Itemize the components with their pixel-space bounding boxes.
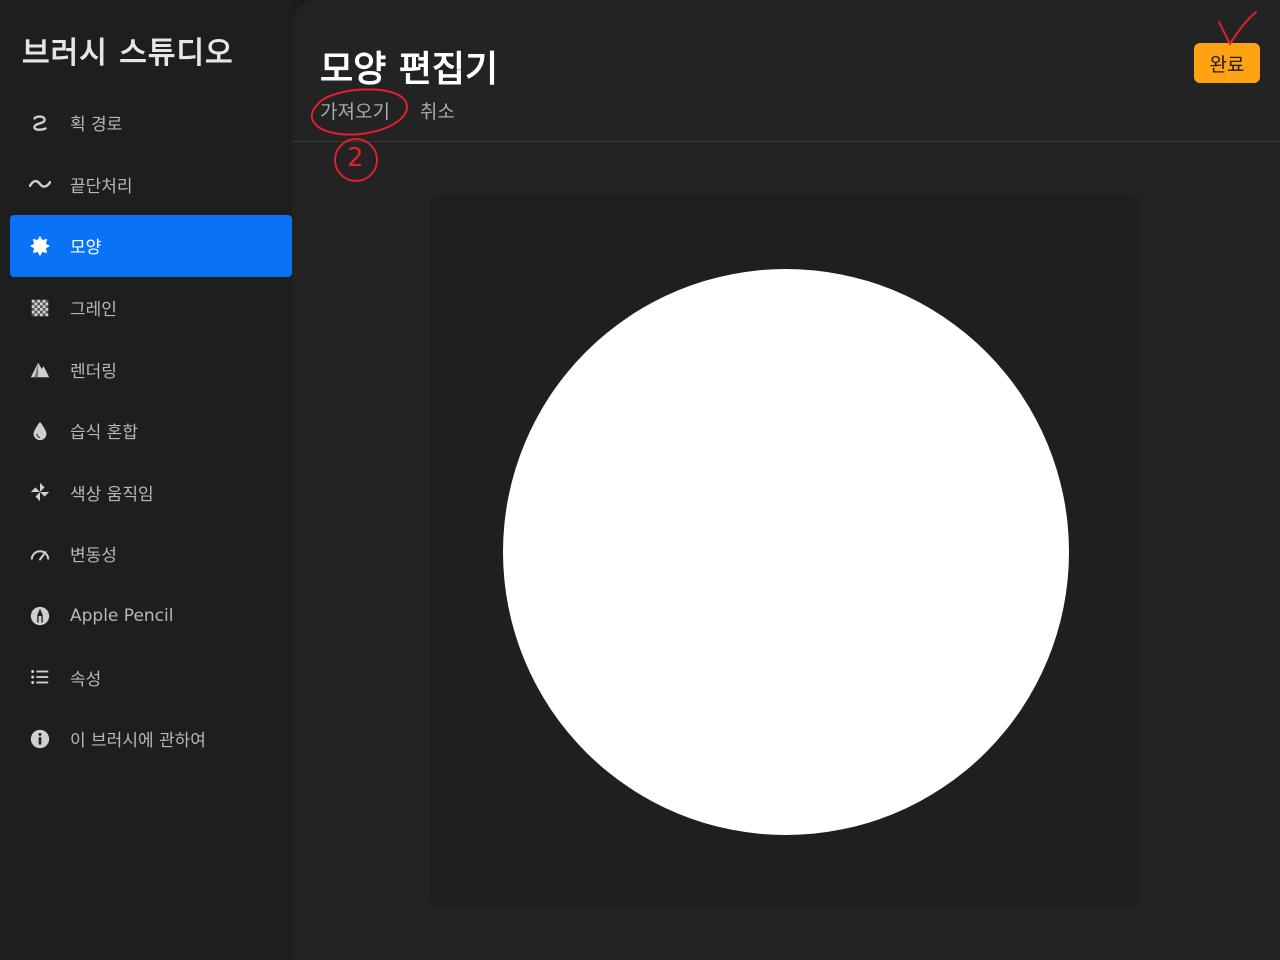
info-icon: [28, 727, 52, 751]
dynamics-gauge-icon: [28, 542, 52, 566]
sidebar-item-label: 모양: [70, 238, 102, 259]
header-divider: [292, 141, 1280, 142]
sidebar-item-label: 끝단처리: [70, 176, 133, 197]
sidebar-item-label: 색상 움직임: [70, 484, 154, 505]
sidebar-menu: 획 경로 끝단처리 모양 그레인 렌더링 습식 혼합 색상 움직임 변동성 Ap…: [0, 92, 292, 770]
sidebar-item-label: 속성: [70, 669, 102, 690]
sidebar-item-label: 습식 혼합: [70, 423, 138, 444]
sidebar-item-label: 변동성: [70, 546, 117, 567]
grain-checker-icon: [28, 296, 52, 320]
sidebar-item-shape[interactable]: 모양: [10, 215, 292, 277]
sidebar-item-wet-mix[interactable]: 습식 혼합: [0, 400, 292, 462]
sidebar-item-apple-pencil[interactable]: Apple Pencil: [0, 585, 292, 647]
sidebar-item-label: 그레인: [70, 300, 117, 321]
sidebar-item-label: 렌더링: [70, 361, 117, 382]
sidebar: 브러시 스튜디오 획 경로 끝단처리 모양 그레인 렌더링 습식 혼합 색상 움…: [0, 0, 292, 960]
sidebar-title: 브러시 스튜디오: [22, 36, 234, 71]
import-button[interactable]: 가져오기: [320, 97, 390, 124]
sidebar-item-grain[interactable]: 그레인: [0, 277, 292, 339]
sidebar-item-dynamics[interactable]: 변동성: [0, 523, 292, 585]
page-title: 모양 편집기: [320, 49, 499, 90]
shape-canvas[interactable]: [430, 195, 1140, 907]
sidebar-item-label: Apple Pencil: [70, 605, 174, 626]
sidebar-item-label: 획 경로: [70, 115, 123, 136]
wet-mix-drop-icon: [28, 419, 52, 443]
sidebar-item-about[interactable]: 이 브러시에 관하여: [0, 708, 292, 770]
color-dynamics-pinwheel-icon: [28, 480, 52, 504]
sidebar-item-color-dynamics[interactable]: 색상 움직임: [0, 462, 292, 524]
done-button[interactable]: 완료: [1194, 43, 1260, 83]
sidebar-item-taper[interactable]: 끝단처리: [0, 154, 292, 216]
shape-preview-circle: [503, 269, 1069, 835]
cancel-button[interactable]: 취소: [420, 97, 455, 124]
sidebar-item-properties[interactable]: 속성: [0, 646, 292, 708]
apple-pencil-icon: [28, 604, 52, 628]
sidebar-item-stroke-path[interactable]: 획 경로: [0, 92, 292, 154]
sidebar-item-rendering[interactable]: 렌더링: [0, 338, 292, 400]
shape-star-icon: [28, 234, 52, 258]
shape-editor-panel: 모양 편집기 가져오기 취소 완료: [292, 0, 1280, 960]
stroke-path-icon: [28, 111, 52, 135]
sidebar-item-label: 이 브러시에 관하여: [70, 731, 206, 752]
properties-list-icon: [28, 665, 52, 689]
subnav: 가져오기 취소: [320, 97, 455, 124]
rendering-mountain-icon: [28, 357, 52, 381]
taper-wave-icon: [28, 172, 52, 196]
brush-studio-app: 브러시 스튜디오 획 경로 끝단처리 모양 그레인 렌더링 습식 혼합 색상 움…: [0, 0, 1280, 960]
